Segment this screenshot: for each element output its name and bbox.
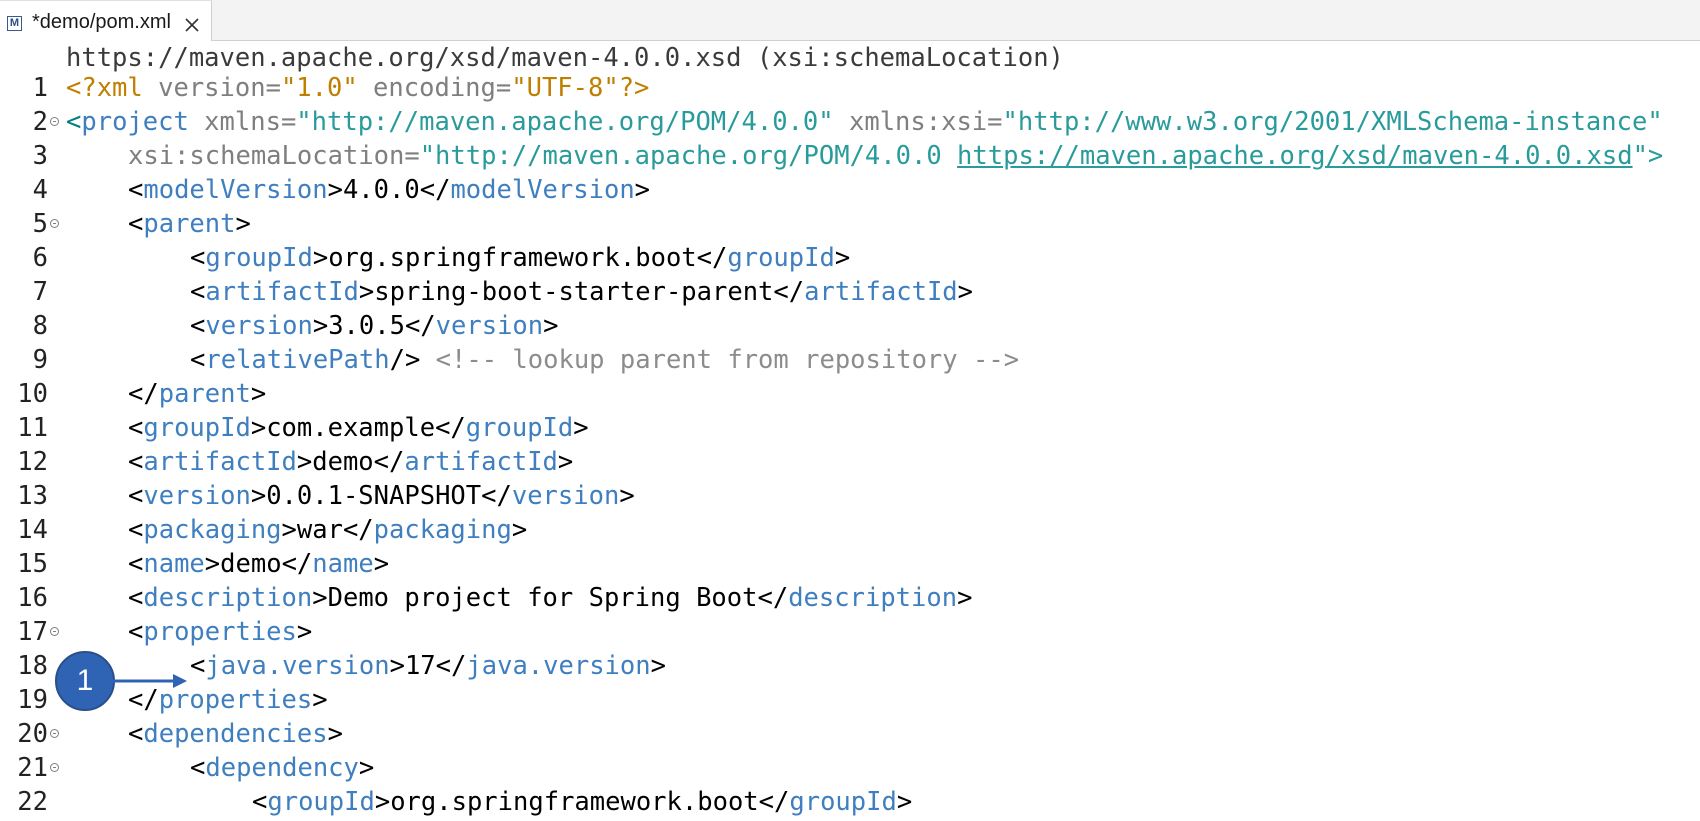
code-text: <description>Demo project for Spring Boo…: [128, 583, 973, 613]
code-line[interactable]: 22 <groupId>org.springframework.boot</gr…: [0, 785, 1700, 819]
fold-toggle-icon[interactable]: [50, 729, 59, 738]
line-number: 10: [17, 379, 48, 409]
xml-editor[interactable]: https://maven.apache.org/xsd/maven-4.0.0…: [0, 42, 1700, 821]
callout-arrow-icon: [113, 674, 187, 688]
fold-toggle-icon[interactable]: [50, 627, 59, 636]
fold-toggle-icon[interactable]: [50, 763, 59, 772]
code-line[interactable]: 20 <dependencies>: [0, 717, 1700, 751]
line-number: 12: [17, 447, 48, 477]
schema-link[interactable]: https://maven.apache.org/xsd/maven-4.0.0…: [957, 141, 1633, 171]
code-line[interactable]: 16 <description>Demo project for Spring …: [0, 581, 1700, 615]
line-number: 8: [32, 311, 48, 341]
code-line[interactable]: 7 <artifactId>spring-boot-starter-parent…: [0, 275, 1700, 309]
code-line[interactable]: 18 <java.version>17</java.version>: [0, 649, 1700, 683]
line-number: 3: [32, 141, 48, 171]
code-text: <dependency>: [190, 753, 375, 783]
fold-toggle-icon[interactable]: [50, 219, 59, 228]
line-number: 1: [32, 73, 48, 103]
code-line[interactable]: 21 <dependency>: [0, 751, 1700, 785]
code-text: <name>demo</name>: [128, 549, 390, 579]
code-line[interactable]: 6 <groupId>org.springframework.boot</gro…: [0, 241, 1700, 275]
line-number: 6: [32, 243, 48, 273]
code-text: <groupId>org.springframework.boot</group…: [190, 243, 851, 273]
line-number: 17: [17, 617, 48, 647]
code-line[interactable]: 11 <groupId>com.example</groupId>: [0, 411, 1700, 445]
line-number: 2: [32, 107, 48, 137]
code-text: <artifactId>demo</artifactId>: [128, 447, 574, 477]
code-text: <project xmlns="http://maven.apache.org/…: [66, 107, 1663, 137]
code-line[interactable]: 13 <version>0.0.1-SNAPSHOT</version>: [0, 479, 1700, 513]
fold-toggle-icon[interactable]: [50, 117, 59, 126]
line-number: 21: [17, 753, 48, 783]
line-number: 18: [17, 651, 48, 681]
close-icon[interactable]: [183, 16, 201, 34]
code-line[interactable]: 3 xsi:schemaLocation="http://maven.apach…: [0, 139, 1700, 173]
tab-pom-xml[interactable]: M *demo/pom.xml: [0, 0, 212, 41]
code-text: <modelVersion>4.0.0</modelVersion>: [128, 175, 651, 205]
line-number: 13: [17, 481, 48, 511]
code-text: <dependencies>: [128, 719, 343, 749]
schema-hint: https://maven.apache.org/xsd/maven-4.0.0…: [66, 43, 1064, 73]
code-line[interactable]: 8 <version>3.0.5</version>: [0, 309, 1700, 343]
callout-badge: 1: [55, 651, 115, 711]
line-number: 5: [32, 209, 48, 239]
code-line[interactable]: 2 <project xmlns="http://maven.apache.or…: [0, 105, 1700, 139]
line-number: 22: [17, 787, 48, 817]
tab-title: *demo/pom.xml: [32, 11, 171, 33]
code-text: <version>3.0.5</version>: [190, 311, 559, 341]
code-text: <groupId>com.example</groupId>: [128, 413, 589, 443]
code-text: <relativePath/> <!-- lookup parent from …: [190, 345, 1020, 375]
code-text: <parent>: [128, 209, 251, 239]
code-text: <groupId>org.springframework.boot</group…: [252, 787, 913, 817]
maven-file-icon: M: [7, 16, 22, 31]
code-line[interactable]: 12 <artifactId>demo</artifactId>: [0, 445, 1700, 479]
editor-tab-bar: M *demo/pom.xml: [0, 0, 1700, 41]
code-line[interactable]: 19 </properties>: [0, 683, 1700, 717]
code-text: <?xml version="1.0" encoding="UTF-8"?>: [66, 73, 650, 103]
code-line[interactable]: 15 <name>demo</name>: [0, 547, 1700, 581]
code-text: <artifactId>spring-boot-starter-parent</…: [190, 277, 974, 307]
code-line[interactable]: 14 <packaging>war</packaging>: [0, 513, 1700, 547]
line-number: 4: [32, 175, 48, 205]
line-number: 16: [17, 583, 48, 613]
code-text: <version>0.0.1-SNAPSHOT</version>: [128, 481, 635, 511]
code-text: <packaging>war</packaging>: [128, 515, 528, 545]
code-line[interactable]: 10 </parent>: [0, 377, 1700, 411]
code-line[interactable]: 5 <parent>: [0, 207, 1700, 241]
code-text: <java.version>17</java.version>: [190, 651, 666, 681]
line-number: 14: [17, 515, 48, 545]
code-line[interactable]: 4 <modelVersion>4.0.0</modelVersion>: [0, 173, 1700, 207]
line-number: 11: [17, 413, 48, 443]
code-text: xsi:schemaLocation="http://maven.apache.…: [128, 141, 1664, 171]
code-line[interactable]: 9 <relativePath/> <!-- lookup parent fro…: [0, 343, 1700, 377]
line-number: 9: [32, 345, 48, 375]
code-line[interactable]: 17 <properties>: [0, 615, 1700, 649]
line-number: 7: [32, 277, 48, 307]
code-line[interactable]: 1 <?xml version="1.0" encoding="UTF-8"?>: [0, 71, 1700, 105]
line-number: 19: [17, 685, 48, 715]
line-number: 20: [17, 719, 48, 749]
line-number: 15: [17, 549, 48, 579]
code-text: <properties>: [128, 617, 313, 647]
code-text: </parent>: [128, 379, 267, 409]
